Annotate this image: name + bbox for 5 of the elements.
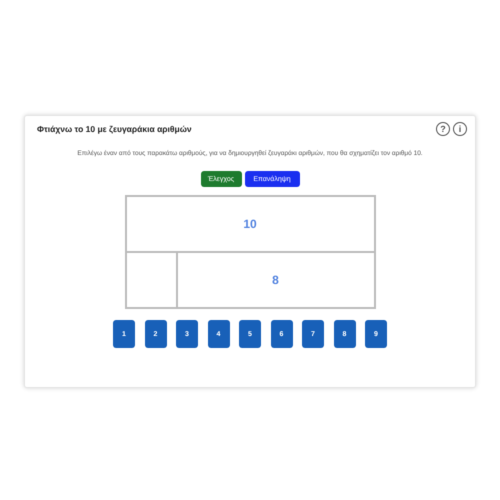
part-cell-text: 8 (271, 272, 280, 289)
card-title: Φτιάχνω το 10 με ζευγαράκια αριθμών (37, 124, 192, 134)
help-icon[interactable]: ? (436, 122, 450, 136)
total-cell: 10 (126, 197, 374, 253)
info-icon[interactable]: i (453, 122, 467, 136)
